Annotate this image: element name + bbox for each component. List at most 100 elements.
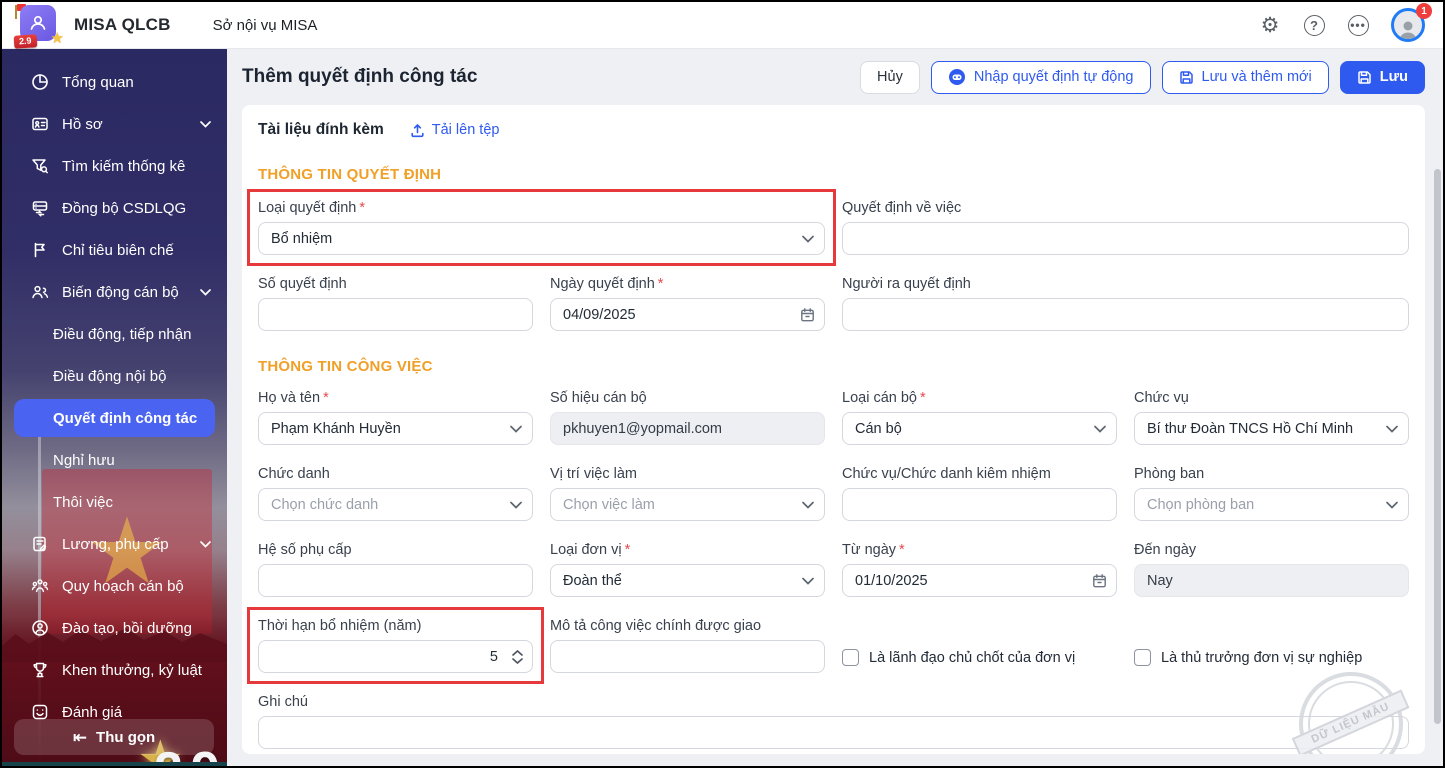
sidebar-item-luong-phu-cap[interactable]: Lương, phụ cấp [2, 523, 227, 565]
chuc-vu-select[interactable]: Bí thư Đoàn TNCS Hồ Chí Minh [1134, 412, 1409, 445]
ngay-quyet-dinh-input[interactable] [550, 298, 825, 331]
checkbox-thu-truong[interactable]: Là thủ trưởng đơn vị sự nghiệp [1134, 649, 1362, 666]
funnel-icon [30, 157, 49, 176]
sidebar-item-tong-quan[interactable]: Tổng quan [2, 61, 227, 103]
nguoi-ra-quyet-dinh-input[interactable] [842, 298, 1409, 331]
field-quyet-dinh-ve-viec: Quyết định về việc [842, 200, 1409, 255]
field-kiem-nhiem: Chức vụ/Chức danh kiêm nhiệm [842, 466, 1117, 521]
save-and-new-button[interactable]: Lưu và thêm mới [1162, 61, 1329, 94]
ghi-chu-input[interactable] [258, 716, 1409, 749]
sidebar-item-dao-tao[interactable]: Đào tạo, bồi dưỡng [2, 607, 227, 649]
sidebar-item-chi-tieu[interactable]: Chỉ tiêu biên chế [2, 229, 227, 271]
sidebar-item-nghi-huu[interactable]: Nghỉ hưu [2, 439, 227, 481]
required-asterisk: * [323, 390, 329, 406]
so-quyet-dinh-input[interactable] [258, 298, 533, 331]
sidebar-item-ho-so[interactable]: Hồ sơ [2, 103, 227, 145]
required-asterisk: * [920, 390, 926, 406]
field-thoi-han-bo-nhiem: Thời hạn bổ nhiệm (năm) [258, 618, 533, 673]
sidebar-item-tim-kiem[interactable]: Tìm kiếm thống kê [2, 145, 227, 187]
checkbox-lanh-dao[interactable]: Là lãnh đạo chủ chốt của đơn vị [842, 649, 1075, 666]
so-hieu-can-bo-input [550, 412, 825, 445]
chuc-danh-select[interactable]: Chọn chức danh [258, 488, 533, 521]
sidebar-item-bien-dong[interactable]: Biến động cán bộ [2, 271, 227, 313]
upload-file-button[interactable]: Tải lên tệp [410, 122, 500, 138]
id-card-icon [30, 115, 49, 134]
required-asterisk: * [625, 542, 631, 558]
chevron-down-icon [200, 289, 211, 296]
collapse-sidebar-button[interactable]: ⇤ Thu gọn [14, 719, 214, 755]
required-asterisk: * [658, 276, 664, 292]
save-button[interactable]: Lưu [1340, 61, 1425, 94]
field-loai-don-vi: Loại đơn vị* Đoàn thể [550, 542, 825, 597]
phong-ban-select[interactable]: Chọn phòng ban [1134, 488, 1409, 521]
app-logo: ★ 2.9 [14, 4, 60, 46]
sidebar-item-quyet-dinh-cong-tac[interactable]: Quyết định công tác [14, 399, 215, 437]
field-ho-va-ten: Họ và tên* Phạm Khánh Huyền [258, 390, 533, 445]
more-icon[interactable]: ••• [1347, 14, 1369, 36]
database-sync-icon [30, 199, 49, 218]
field-checkbox-thu-truong: Là thủ trưởng đơn vị sự nghiệp [1134, 618, 1409, 673]
loai-quyet-dinh-select[interactable]: Bổ nhiệm [258, 222, 825, 255]
cancel-button[interactable]: Hủy [860, 61, 920, 94]
auto-import-button[interactable]: Nhập quyết định tự động [931, 61, 1151, 94]
checkbox-icon [842, 649, 859, 666]
field-tu-ngay: Từ ngày* [842, 542, 1117, 597]
notification-badge: 1 [1416, 3, 1432, 19]
app-window: ★ 2.9 MISA QLCB Sở nội vụ MISA ⚙ ? ••• 1 [0, 0, 1445, 768]
he-so-phu-cap-input[interactable] [258, 564, 533, 597]
number-stepper[interactable] [512, 650, 523, 664]
section-title-decision: THÔNG TIN QUYẾT ĐỊNH [258, 166, 1409, 183]
field-so-quyet-dinh: Số quyết định [258, 276, 533, 331]
tu-ngay-input[interactable] [842, 564, 1117, 597]
section-title-work: THÔNG TIN CÔNG VIỆC [258, 358, 1409, 375]
pie-chart-icon [30, 73, 49, 92]
trophy-icon [30, 661, 49, 680]
upload-icon [410, 123, 425, 138]
ho-va-ten-select[interactable]: Phạm Khánh Huyền [258, 412, 533, 445]
document-pencil-icon [30, 535, 49, 554]
field-mo-ta-cong-viec: Mô tả công việc chính được giao [550, 618, 825, 673]
required-asterisk: * [359, 200, 365, 216]
person-circle-icon [30, 619, 49, 638]
kiem-nhiem-input[interactable] [842, 488, 1117, 521]
sidebar-item-quy-hoach[interactable]: Quy hoạch cán bộ [2, 565, 227, 607]
collapse-icon: ⇤ [73, 729, 87, 746]
chevron-down-icon [200, 121, 211, 128]
field-loai-can-bo: Loại cán bộ* Cán bộ [842, 390, 1117, 445]
field-checkbox-lanh-dao: Là lãnh đạo chủ chốt của đơn vị [842, 618, 1117, 673]
thoi-han-bo-nhiem-input[interactable] [258, 640, 533, 673]
sidebar: ★ ★ 29 Tổng quan Hồ sơ [2, 49, 227, 766]
field-he-so-phu-cap: Hệ số phụ cấp [258, 542, 533, 597]
robot-icon [948, 68, 966, 86]
page-title: Thêm quyết định công tác [242, 66, 477, 88]
sidebar-item-dieu-dong-noi-bo[interactable]: Điều động nội bộ [2, 355, 227, 397]
vi-tri-viec-lam-select[interactable]: Chọn việc làm [550, 488, 825, 521]
people-icon [30, 283, 49, 302]
sidebar-item-khen-thuong[interactable]: Khen thưởng, kỷ luật [2, 649, 227, 691]
app-title: MISA QLCB [74, 15, 171, 35]
gear-icon[interactable]: ⚙ [1259, 14, 1281, 36]
vertical-scrollbar[interactable] [1434, 169, 1441, 724]
calendar-icon[interactable] [1092, 573, 1107, 588]
checkbox-icon [1134, 649, 1151, 666]
save-icon [1179, 70, 1194, 85]
loai-don-vi-select[interactable]: Đoàn thể [550, 564, 825, 597]
required-asterisk: * [899, 542, 905, 558]
field-nguoi-ra-quyet-dinh: Người ra quyết định [842, 276, 1409, 331]
field-chuc-danh: Chức danh Chọn chức danh [258, 466, 533, 521]
topbar: ★ 2.9 MISA QLCB Sở nội vụ MISA ⚙ ? ••• 1 [2, 2, 1443, 49]
mo-ta-cong-viec-input[interactable] [550, 640, 825, 673]
field-ghi-chu: Ghi chú [258, 694, 1409, 749]
star-decor-icon: ★ [51, 31, 64, 46]
main-content: Thêm quyết định công tác Hủy Nhập quyết … [227, 49, 1443, 766]
calendar-icon[interactable] [800, 307, 815, 322]
flag-icon [30, 241, 49, 260]
loai-can-bo-select[interactable]: Cán bộ [842, 412, 1117, 445]
avatar[interactable]: 1 [1391, 8, 1425, 42]
sidebar-item-dieu-dong-tiep-nhan[interactable]: Điều động, tiếp nhận [2, 313, 227, 355]
field-den-ngay: Đến ngày [1134, 542, 1409, 597]
sidebar-item-dong-bo[interactable]: Đồng bộ CSDLQG [2, 187, 227, 229]
sidebar-item-thoi-viec[interactable]: Thôi việc [2, 481, 227, 523]
help-icon[interactable]: ? [1303, 14, 1325, 36]
quyet-dinh-ve-viec-input[interactable] [842, 222, 1409, 255]
